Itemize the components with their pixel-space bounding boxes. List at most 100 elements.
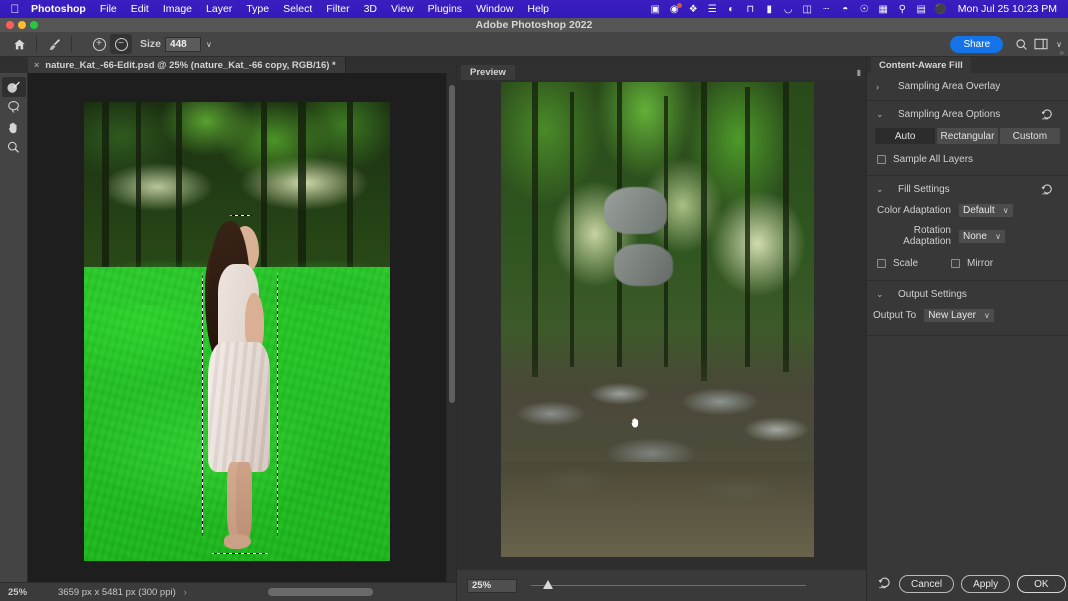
panel-expand-icon[interactable]: » — [1060, 48, 1064, 57]
preview-zoom-knob[interactable] — [543, 579, 553, 589]
menubar-clock[interactable]: Mon Jul 25 10:23 PM — [950, 3, 1062, 15]
preview-zoom-input[interactable]: 25% — [467, 578, 517, 593]
wifi-icon[interactable]: ◓ — [836, 2, 855, 16]
ok-button[interactable]: OK — [1017, 575, 1066, 593]
status-zoom-level[interactable]: 25% — [8, 587, 46, 598]
tools-panel — [0, 73, 28, 582]
preview-zoom-slider[interactable] — [531, 579, 806, 593]
menu-plugins[interactable]: Plugins — [421, 3, 469, 15]
reset-icon[interactable] — [1040, 183, 1054, 199]
menu-view[interactable]: View — [384, 3, 421, 15]
sampling-mode-auto[interactable]: Auto — [875, 128, 936, 144]
color-adaptation-select[interactable]: Default ∨ — [958, 203, 1014, 218]
zoom-tool[interactable] — [2, 137, 26, 157]
section-title: Output Settings — [898, 289, 967, 300]
chevron-down-icon[interactable]: ⌄ — [876, 184, 890, 195]
tab-content-aware-fill[interactable]: Content-Aware Fill — [871, 57, 971, 73]
color-adaptation-label: Color Adaptation — [877, 205, 951, 216]
cancel-button[interactable]: Cancel — [899, 575, 955, 593]
canvas-vertical-scroll-thumb[interactable] — [449, 85, 455, 403]
dropbox-icon[interactable]: ❖ — [684, 2, 703, 16]
hand-tool[interactable] — [2, 117, 26, 137]
brush-size-input[interactable]: 448 — [165, 36, 202, 52]
bluetooth-icon[interactable]: ┈ — [817, 2, 836, 16]
apply-button[interactable]: Apply — [961, 575, 1011, 593]
menu-3d[interactable]: 3D — [357, 3, 384, 15]
scale-checkbox[interactable] — [877, 259, 886, 268]
reset-icon[interactable] — [1040, 108, 1054, 124]
menu-help[interactable]: Help — [520, 3, 556, 15]
screen-record-icon[interactable]: ▣ — [646, 2, 665, 16]
section-header-fill-settings[interactable]: ⌄ Fill Settings — [867, 176, 1068, 203]
lasso-tool[interactable] — [2, 97, 26, 117]
sampling-area-mode-group: Auto Rectangular Custom — [867, 128, 1068, 154]
menu-photoshop[interactable]: Photoshop — [24, 3, 93, 15]
section-header-sampling-area-options[interactable]: ⌄ Sampling Area Options — [867, 101, 1068, 128]
subject-figure — [200, 214, 280, 554]
control-center-icon[interactable]: ▤ — [912, 2, 931, 16]
sample-all-layers-checkbox[interactable] — [877, 155, 886, 164]
fill-settings-checkboxes: Scale Mirror — [867, 254, 1068, 280]
sampling-brush-tool[interactable] — [1, 77, 26, 97]
menu-image[interactable]: Image — [156, 3, 199, 15]
chevron-down-icon: ∨ — [984, 311, 990, 320]
document-canvas[interactable] — [28, 73, 456, 582]
chevron-right-icon[interactable]: › — [876, 82, 890, 92]
time-machine-icon[interactable]: ◐ — [722, 2, 741, 16]
workspace-icon[interactable] — [1031, 34, 1051, 54]
menu-filter[interactable]: Filter — [319, 3, 356, 15]
tab-preview[interactable]: Preview — [461, 65, 515, 80]
status-arrow-icon[interactable]: › — [184, 587, 187, 597]
display-icon[interactable]: ▦ — [874, 2, 893, 16]
mirror-row[interactable]: Mirror — [951, 258, 1025, 269]
canvas-vertical-scrollbar[interactable] — [446, 73, 456, 582]
preview-canvas[interactable] — [457, 80, 866, 570]
close-icon[interactable]: × — [34, 60, 39, 70]
home-icon[interactable] — [8, 34, 30, 54]
search-icon[interactable]: ⚲ — [893, 2, 912, 16]
share-button[interactable]: Share — [950, 35, 1004, 53]
menu-file[interactable]: File — [93, 3, 124, 15]
user-icon[interactable]: ☉ — [855, 2, 874, 16]
menu-window[interactable]: Window — [469, 3, 520, 15]
section-header-output-settings[interactable]: ⌄ Output Settings — [867, 281, 1068, 308]
canvas-horizontal-scroll-thumb[interactable] — [268, 588, 373, 596]
rotation-adaptation-select[interactable]: None ∨ — [958, 228, 1006, 244]
sampling-mode-rectangular[interactable]: Rectangular — [937, 128, 998, 144]
chevron-down-icon[interactable]: ⌄ — [876, 109, 890, 120]
content-aware-fill-panel: Content-Aware Fill » › Sampling Area Ove… — [866, 48, 1068, 601]
preview-zoom-bar: 25% — [457, 570, 866, 601]
chevron-down-icon[interactable]: ⌄ — [876, 289, 890, 300]
notion-icon[interactable]: ⊓ — [741, 2, 760, 16]
grid-icon[interactable]: ☰ — [703, 2, 722, 16]
brush-tool-icon[interactable] — [43, 34, 65, 54]
mirror-checkbox[interactable] — [951, 259, 960, 268]
sampling-mode-custom[interactable]: Custom — [999, 128, 1060, 144]
scale-row[interactable]: Scale — [877, 258, 951, 269]
arc-icon[interactable]: ◡ — [779, 2, 798, 16]
bookmark-icon[interactable]: ▮ — [760, 2, 779, 16]
menu-layer[interactable]: Layer — [199, 3, 239, 15]
add-sampling-area-button[interactable]: + — [88, 34, 110, 54]
document-tab[interactable]: × nature_Kat_-66-Edit.psd @ 25% (nature_… — [28, 57, 346, 73]
panel-grip-icon[interactable]: ▮ — [857, 68, 861, 77]
menu-select[interactable]: Select — [276, 3, 319, 15]
siri-icon[interactable]: ⚫ — [931, 2, 950, 16]
photoshop-window:  Photoshop File Edit Image Layer Type S… — [0, 0, 1068, 601]
preview-zoom-track — [531, 584, 806, 586]
chevron-down-icon: ∨ — [995, 231, 1001, 241]
section-header-sampling-area-overlay[interactable]: › Sampling Area Overlay — [867, 73, 1068, 100]
camera-icon[interactable]: ◉ — [665, 2, 684, 16]
brush-size-caret-icon[interactable]: ∨ — [206, 40, 212, 49]
apple-icon[interactable]:  — [6, 3, 24, 15]
menu-edit[interactable]: Edit — [124, 3, 156, 15]
subtract-sampling-area-button[interactable]: − — [110, 34, 132, 54]
sample-all-layers-row[interactable]: Sample All Layers — [867, 154, 1068, 175]
chevron-down-icon: ∨ — [1002, 206, 1009, 215]
reset-icon[interactable] — [877, 576, 892, 593]
columns-icon[interactable]: ◫ — [798, 2, 817, 16]
menu-type[interactable]: Type — [239, 3, 276, 15]
output-to-select[interactable]: New Layer ∨ — [923, 308, 995, 323]
search-icon[interactable] — [1011, 34, 1031, 54]
section-output-settings: ⌄ Output Settings Output To New Layer ∨ — [867, 281, 1068, 336]
